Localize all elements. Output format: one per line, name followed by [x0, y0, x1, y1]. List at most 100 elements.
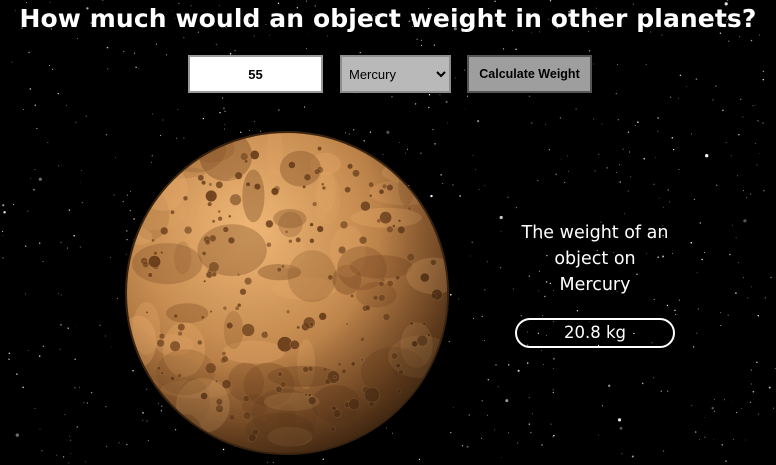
star	[713, 398, 715, 400]
star	[483, 339, 485, 341]
star	[81, 170, 82, 171]
star	[696, 332, 698, 334]
star	[79, 246, 81, 248]
star	[548, 149, 550, 151]
star	[459, 195, 461, 197]
star	[76, 426, 78, 428]
star	[278, 109, 280, 111]
star	[598, 153, 600, 155]
star	[704, 436, 706, 438]
star	[655, 157, 657, 158]
star	[105, 134, 108, 136]
star	[36, 127, 38, 129]
star	[74, 386, 76, 389]
star	[738, 133, 740, 136]
star	[471, 241, 473, 243]
star	[16, 373, 18, 375]
planet-select[interactable]: Mercury	[340, 55, 451, 93]
star	[622, 148, 624, 150]
star	[657, 117, 659, 119]
star	[623, 213, 625, 215]
star	[601, 123, 603, 125]
star	[598, 434, 599, 436]
star	[674, 338, 675, 340]
star	[151, 113, 154, 115]
star	[619, 426, 623, 430]
star	[58, 165, 60, 167]
star	[768, 386, 771, 389]
star	[468, 414, 470, 416]
star	[721, 444, 723, 446]
star	[47, 141, 49, 144]
star	[552, 392, 554, 394]
star	[69, 439, 72, 442]
weight-input[interactable]	[188, 55, 323, 93]
star	[99, 324, 101, 326]
star	[619, 181, 621, 183]
star	[303, 106, 306, 108]
star	[414, 103, 417, 105]
star	[669, 201, 671, 203]
star	[38, 355, 41, 357]
star	[559, 117, 562, 119]
surface-patch	[417, 145, 447, 166]
star	[627, 190, 629, 192]
star	[2, 257, 4, 259]
star	[725, 142, 727, 144]
star	[79, 386, 80, 388]
calculate-weight-button[interactable]: Calculate Weight	[467, 55, 592, 93]
star	[743, 190, 745, 192]
star	[658, 197, 660, 199]
star	[542, 315, 543, 317]
star	[566, 155, 568, 157]
star	[8, 358, 10, 360]
star	[731, 224, 733, 226]
star	[675, 313, 677, 316]
result-weight-value: 20.8 kg	[515, 318, 675, 348]
star	[699, 439, 700, 440]
star	[720, 312, 722, 314]
star	[666, 304, 669, 307]
star	[111, 346, 112, 348]
star	[458, 298, 460, 300]
star	[69, 435, 71, 437]
star	[85, 115, 87, 117]
surface-patch	[127, 410, 179, 453]
star	[750, 383, 752, 385]
star	[756, 164, 758, 166]
star	[64, 414, 66, 416]
star	[76, 326, 78, 327]
star	[30, 178, 32, 180]
star	[470, 255, 472, 257]
star	[39, 428, 41, 430]
star	[2, 235, 4, 237]
star	[618, 164, 620, 166]
star	[628, 151, 630, 153]
star	[678, 168, 680, 171]
star	[486, 414, 488, 416]
star	[657, 130, 659, 132]
star	[736, 412, 738, 414]
star	[552, 357, 555, 360]
star	[641, 382, 644, 385]
star	[746, 197, 747, 199]
star	[690, 404, 693, 407]
star	[478, 188, 480, 190]
star	[662, 450, 665, 452]
star	[690, 241, 693, 244]
result-planet-name: Mercury	[559, 275, 631, 295]
star	[62, 456, 65, 458]
star	[90, 391, 93, 394]
star	[472, 154, 474, 156]
star	[38, 177, 42, 181]
star	[752, 105, 754, 107]
star	[631, 455, 634, 458]
star	[39, 242, 41, 244]
star	[70, 452, 72, 455]
star	[772, 407, 775, 409]
star	[68, 462, 70, 464]
star	[41, 450, 43, 452]
star	[27, 210, 29, 212]
star	[617, 418, 622, 422]
star	[576, 310, 579, 312]
